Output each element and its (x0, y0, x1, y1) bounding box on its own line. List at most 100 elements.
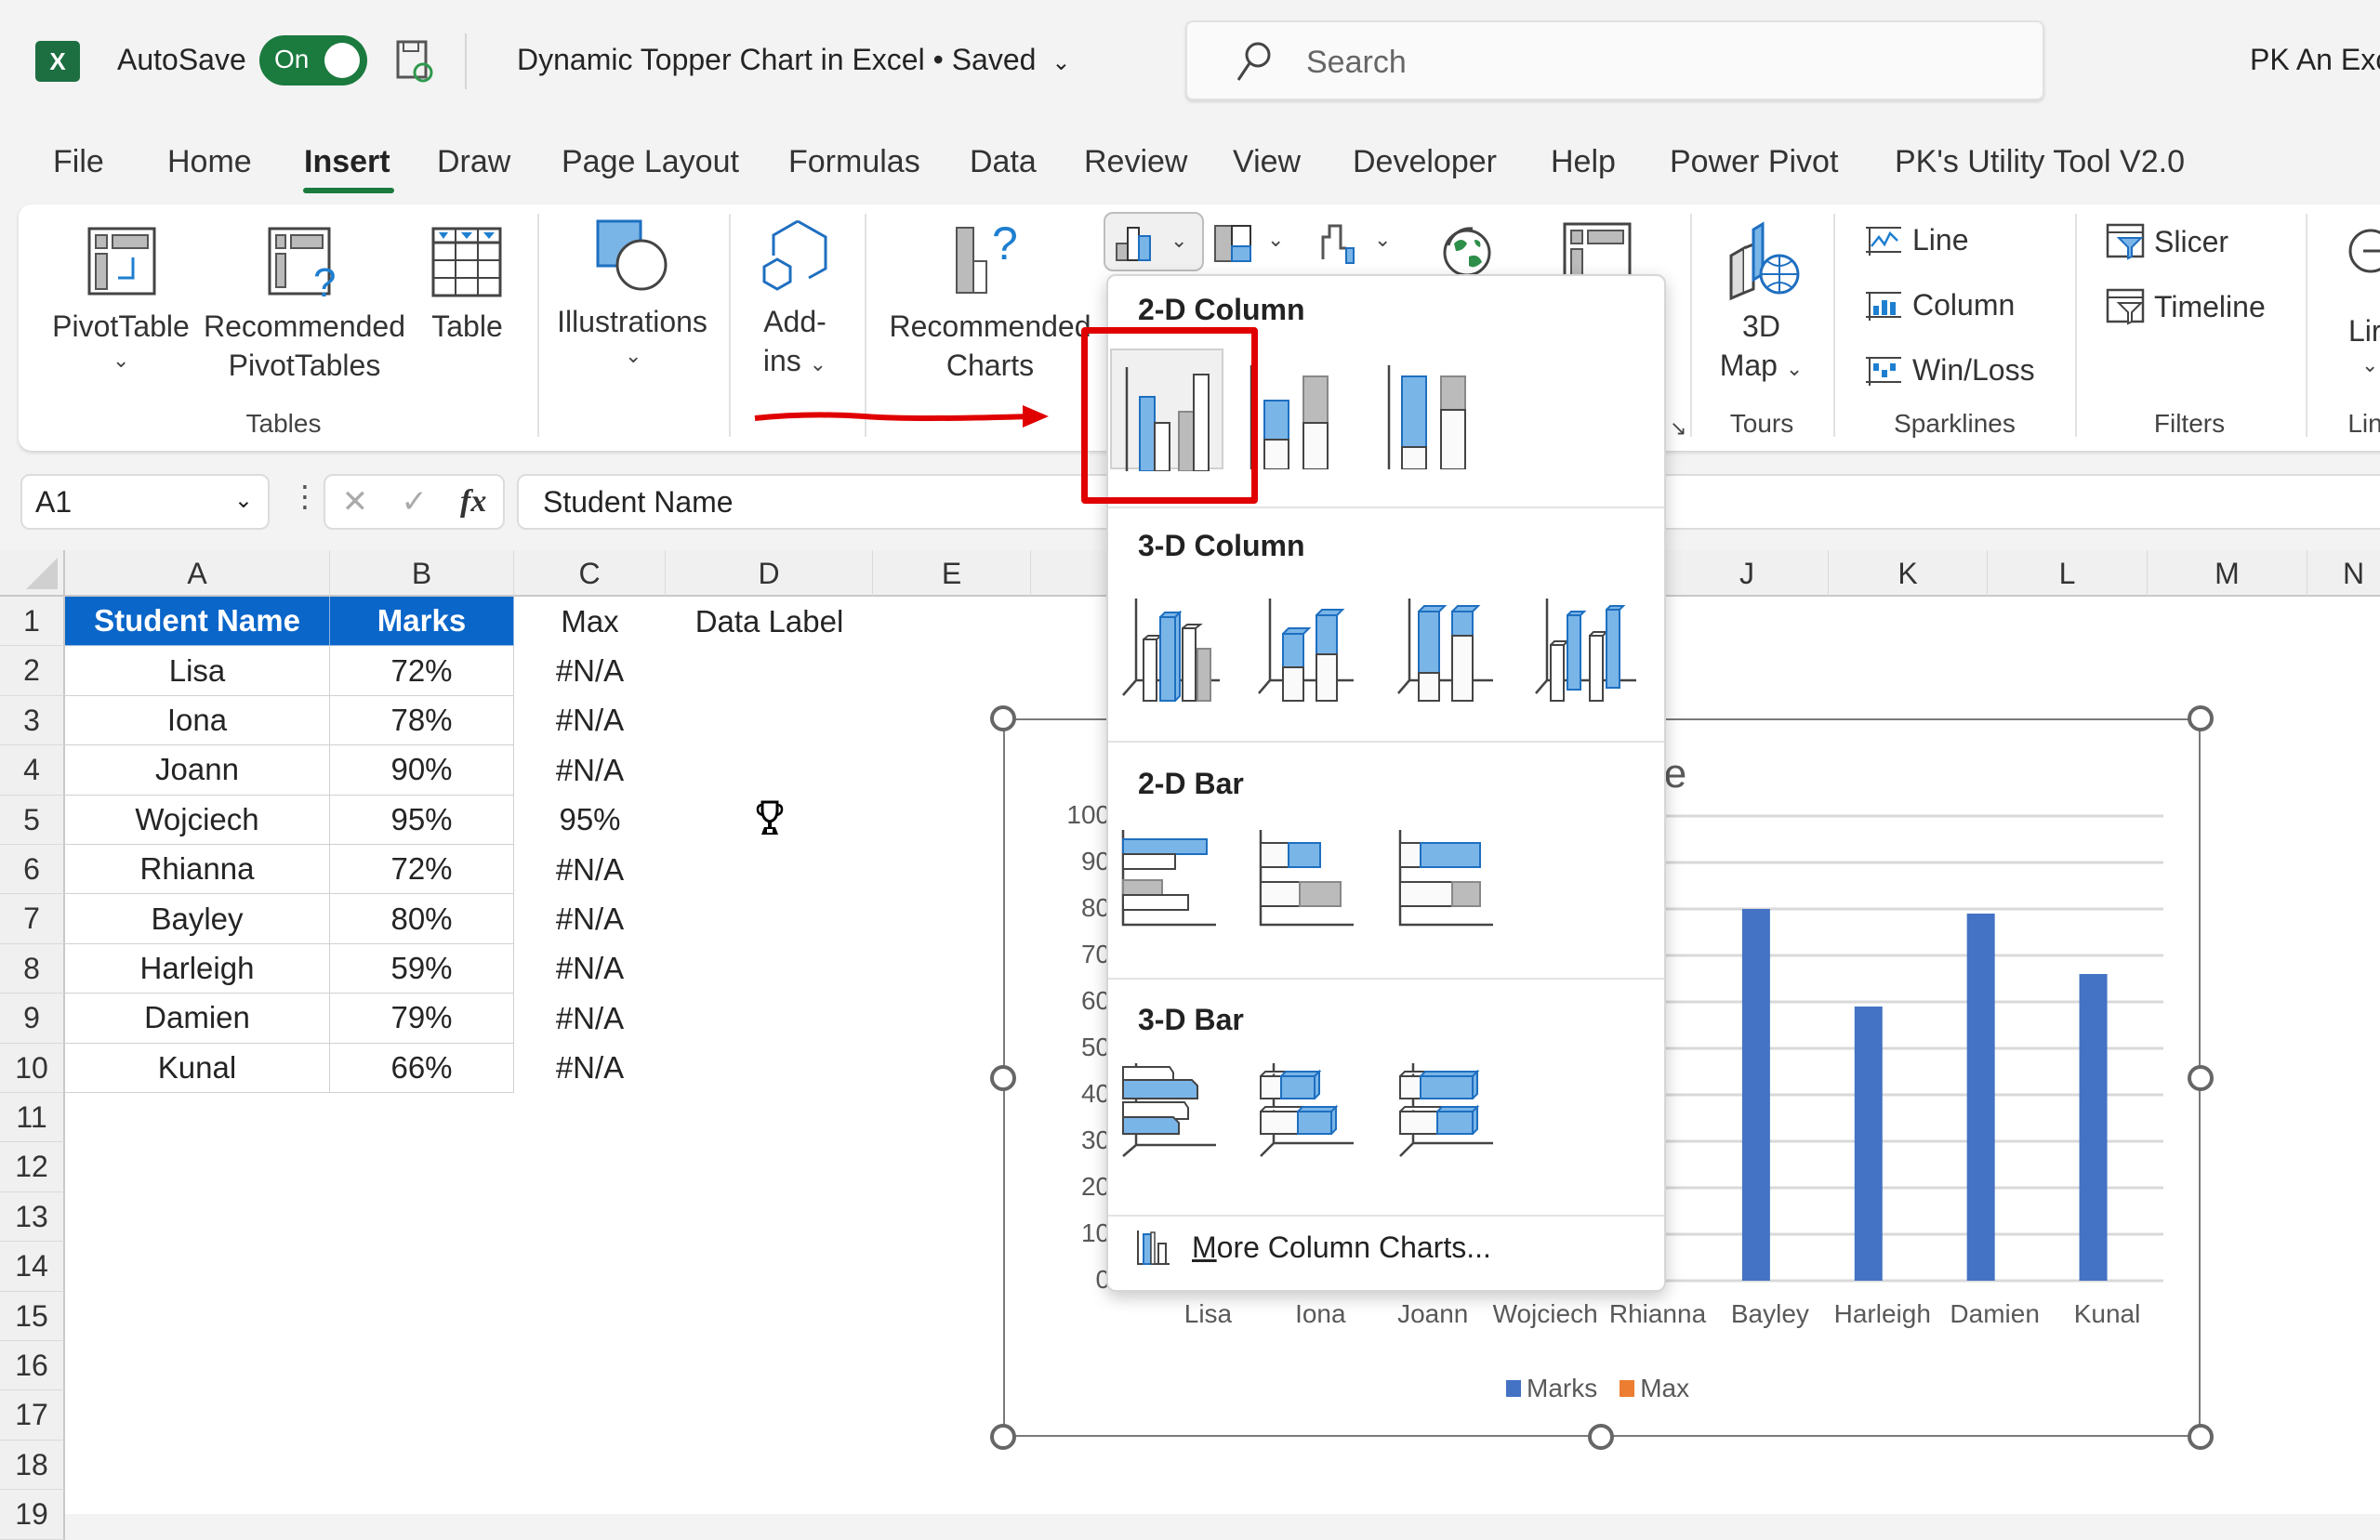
resize-handle-middle-left[interactable] (990, 1065, 1016, 1091)
column-header-l[interactable]: L (1988, 550, 2148, 597)
maps-globe-icon[interactable] (1437, 221, 1497, 277)
resize-handle-top-left[interactable] (990, 705, 1016, 731)
cell-a1[interactable]: Student Name (65, 597, 330, 647)
tab-insert[interactable]: Insert (304, 144, 390, 180)
cell-student-name[interactable]: Wojciech (65, 795, 330, 845)
timeline-button[interactable]: Timeline (2106, 288, 2266, 325)
table-button[interactable]: Table (423, 218, 511, 404)
resize-handle-bottom-right[interactable] (2188, 1424, 2214, 1450)
tab-home[interactable]: Home (167, 144, 252, 180)
3d-map-button[interactable]: 3D Map ⌄ (1703, 218, 1819, 404)
3d-column-option[interactable] (1534, 587, 1647, 708)
row-header-14[interactable]: 14 (0, 1242, 65, 1292)
cell-max[interactable]: #N/A (514, 646, 666, 695)
bar-marks-kunal[interactable] (2079, 974, 2108, 1281)
recommended-pivottables-button[interactable]: ? Recommended PivotTables (200, 218, 409, 404)
cell-marks[interactable]: 72% (330, 845, 514, 895)
row-header-4[interactable]: 4 (0, 745, 65, 796)
column-header-c[interactable]: C (514, 550, 666, 597)
row-header-1[interactable]: 1 (0, 597, 65, 647)
tab-data[interactable]: Data (970, 144, 1037, 180)
cell-b1[interactable]: Marks (330, 597, 514, 647)
cell-marks[interactable]: 78% (330, 695, 514, 746)
document-title[interactable]: Dynamic Topper Chart in Excel • Saved ⌄ (517, 43, 1070, 77)
bar-marks-harleigh[interactable] (1854, 1007, 1883, 1281)
cell-student-name[interactable]: Bayley (65, 894, 330, 944)
cell-max[interactable]: #N/A (514, 944, 666, 994)
sparkline-column-button[interactable]: Column (1864, 288, 2015, 322)
cell-marks[interactable]: 95% (330, 795, 514, 845)
cell-student-name[interactable]: Joann (65, 745, 330, 796)
cell-student-name[interactable]: Damien (65, 994, 330, 1044)
cell-max[interactable]: #N/A (514, 696, 666, 745)
chart-legend[interactable]: Marks Max (1506, 1374, 1689, 1403)
column-header-b[interactable]: B (330, 550, 514, 597)
stacked-column-option[interactable] (1248, 349, 1361, 473)
cell-student-name[interactable]: Lisa (65, 646, 330, 696)
addins-button[interactable]: Add- ins ⌄ (744, 218, 846, 404)
resize-handle-bottom-center[interactable] (1588, 1424, 1614, 1450)
insert-function-icon[interactable]: fx (460, 484, 486, 520)
row-header-12[interactable]: 12 (0, 1142, 65, 1192)
insert-column-chart-button[interactable]: ⌄ (1104, 212, 1204, 271)
account-name[interactable]: PK An Exc (2250, 43, 2380, 77)
row-header-2[interactable]: 2 (0, 646, 65, 696)
3d-clustered-bar-option[interactable] (1117, 1061, 1231, 1182)
cell-marks[interactable]: 59% (330, 943, 514, 994)
select-all-button[interactable] (0, 550, 65, 597)
resize-handle-middle-right[interactable] (2188, 1065, 2214, 1091)
row-header-17[interactable]: 17 (0, 1390, 65, 1441)
cell-max[interactable]: 95% (514, 796, 666, 845)
row-header-5[interactable]: 5 (0, 795, 65, 845)
tab-view[interactable]: View (1233, 144, 1301, 180)
tab-page-layout[interactable]: Page Layout (562, 144, 739, 180)
column-header-d[interactable]: D (666, 550, 873, 597)
pivotchart-icon[interactable] (1562, 221, 1633, 277)
insert-waterfall-chart-button[interactable]: ⌄ (1320, 218, 1404, 270)
clustered-bar-option[interactable] (1117, 824, 1231, 945)
tab-power-pivot[interactable]: Power Pivot (1670, 144, 1838, 180)
more-column-charts-link[interactable]: More Column Charts... (1136, 1229, 1491, 1266)
3d-100-stacked-column-option[interactable] (1396, 587, 1510, 708)
insert-hierarchy-chart-button[interactable]: ⌄ (1213, 218, 1297, 270)
stacked-bar-option[interactable] (1257, 824, 1370, 945)
cell-max[interactable]: #N/A (514, 994, 666, 1043)
row-header-9[interactable]: 9 (0, 994, 65, 1044)
cancel-icon[interactable]: ✕ (342, 483, 369, 520)
search-box[interactable]: Search (1185, 20, 2044, 100)
row-header-13[interactable]: 13 (0, 1191, 65, 1243)
tab-formulas[interactable]: Formulas (788, 144, 920, 180)
bar-marks-damien[interactable] (1966, 914, 1995, 1281)
tab-draw[interactable]: Draw (437, 144, 510, 180)
column-header-e[interactable]: E (873, 550, 1031, 597)
column-header-j[interactable]: J (1666, 550, 1829, 597)
row-header-10[interactable]: 10 (0, 1043, 65, 1093)
row-header-18[interactable]: 18 (0, 1440, 65, 1491)
cell-max[interactable]: #N/A (514, 745, 666, 795)
3d-stacked-bar-option[interactable] (1257, 1061, 1370, 1182)
tab-help[interactable]: Help (1551, 144, 1616, 180)
recommended-charts-button[interactable]: ? Recommended Charts (883, 218, 1097, 404)
row-header-3[interactable]: 3 (0, 695, 65, 746)
3d-clustered-column-option[interactable] (1117, 587, 1231, 708)
resize-handle-bottom-left[interactable] (990, 1424, 1016, 1450)
tab-review[interactable]: Review (1084, 144, 1187, 180)
row-header-8[interactable]: 8 (0, 943, 65, 994)
resize-handle-top-right[interactable] (2188, 705, 2214, 731)
3d-100-stacked-bar-option[interactable] (1396, 1061, 1510, 1182)
100-stacked-bar-option[interactable] (1396, 824, 1510, 945)
column-header-n[interactable]: N (2307, 550, 2380, 597)
cell-marks[interactable]: 66% (330, 1043, 514, 1093)
column-header-k[interactable]: K (1829, 550, 1988, 597)
cell-max[interactable]: #N/A (514, 1044, 666, 1093)
tab-pk-utility-tool[interactable]: PK's Utility Tool V2.0 (1895, 144, 2185, 180)
save-sync-icon[interactable] (395, 39, 436, 84)
enter-icon[interactable]: ✓ (401, 483, 428, 520)
cell-student-name[interactable]: Rhianna (65, 845, 330, 895)
cell-marks[interactable]: 72% (330, 646, 514, 696)
3d-stacked-column-option[interactable] (1257, 587, 1370, 708)
link-button[interactable]: Lir ⌄ (2343, 223, 2380, 409)
cell-marks[interactable]: 80% (330, 894, 514, 944)
sparkline-line-button[interactable]: Line (1864, 223, 1969, 257)
row-header-19[interactable]: 19 (0, 1490, 65, 1540)
